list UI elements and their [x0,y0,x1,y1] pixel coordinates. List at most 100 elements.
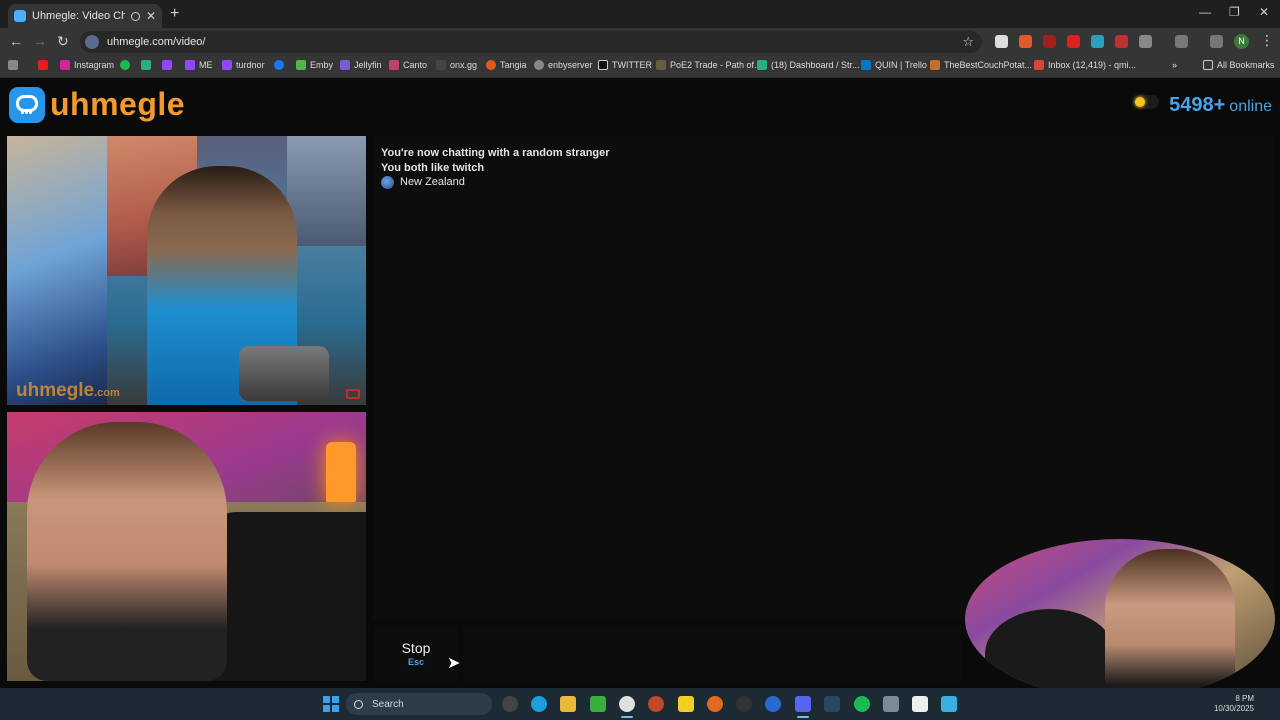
extension-fox-icon[interactable] [1019,35,1032,48]
bookmark-youtube[interactable] [38,60,52,70]
tangia-icon [486,60,496,70]
obs-icon[interactable] [736,696,752,712]
notepad-icon[interactable] [941,696,957,712]
play-app-icon[interactable] [590,696,606,712]
bookmark-poe2-trade[interactable]: PoE2 Trade - Path of... [656,60,762,70]
taskbar-clock[interactable]: 8 PM 10/30/2025 [1214,694,1254,714]
close-tab-icon[interactable]: ✕ [146,9,156,23]
twitch-icon [162,60,172,70]
bookmark-jellyfin[interactable]: Jellyfin [340,60,382,70]
back-icon[interactable]: ← [9,33,23,49]
chat-message-input[interactable] [464,625,961,681]
profile-avatar[interactable]: N [1234,34,1249,49]
browser-toolbar: ← → ↻ uhmegle.com/video/ ☆ N ⋮ [0,28,1280,56]
x-icon [598,60,608,70]
app-gray-icon[interactable] [883,696,899,712]
spotify-icon[interactable] [854,696,870,712]
extension-youtube-icon[interactable] [1067,35,1080,48]
facebook-icon [274,60,284,70]
discord-icon[interactable] [795,696,811,712]
all-bookmarks[interactable]: All Bookmarks [1203,60,1275,70]
bookmark-couchpotato[interactable]: TheBestCouchPotat... [930,60,1032,70]
report-flag-icon[interactable] [346,389,360,399]
browser-tab-bar: Uhmegle: Video Chat | Ran ✕ + — ❐ ✕ [0,0,1280,28]
site-info-icon[interactable] [85,35,99,49]
app-blue-icon[interactable] [765,696,781,712]
bookmark-green-app[interactable] [141,60,155,70]
bookmark-inbox[interactable]: Inbox (12,419) - qmi... [1034,60,1136,70]
bookmark-trello[interactable]: QUIN | Trello [861,60,927,70]
jellyfin-icon [340,60,350,70]
steam-icon[interactable] [824,696,840,712]
self-video [7,412,366,681]
bookmarks-overflow-icon[interactable]: » [1172,60,1177,70]
chrome-icon[interactable] [619,696,635,712]
bookmark-onxgg[interactable]: onx.gg [436,60,477,70]
side-panel-icon[interactable] [1175,35,1188,48]
bookmark-instagram[interactable]: Instagram [60,60,114,70]
taskbar-search[interactable]: Search [346,693,492,715]
new-tab-button[interactable]: + [170,5,179,23]
stranger-video: uhmegle.com [7,136,366,405]
extension-red-icon[interactable] [1043,35,1056,48]
bookmark-canto[interactable]: Canto [389,60,427,70]
file-explorer-icon[interactable] [560,696,576,712]
extension-7tv-icon[interactable] [1091,35,1104,48]
gmail-icon [1034,60,1044,70]
uhmegle-page: uhmegle 5498+ online uhmegle.com You're … [0,79,1280,699]
uhmegle-watermark: uhmegle.com [16,380,120,401]
extension-k-icon[interactable] [995,35,1008,48]
spotify-icon [120,60,130,70]
chat-interest-line: You both like twitch [381,161,485,174]
windows-taskbar: Search 8 PM 10/30/2025 [0,688,1280,720]
address-url: uhmegle.com/video/ [107,36,206,48]
theme-toggle[interactable] [1133,95,1160,109]
apps-grid-icon[interactable] [8,60,22,70]
sticky-notes-icon[interactable] [678,696,694,712]
bookmark-facebook[interactable] [274,60,288,70]
menu-kebab-icon[interactable]: ⋮ [1260,32,1274,49]
close-window-icon[interactable]: ✕ [1259,5,1269,19]
bookmarks-bar: Instagram ME turdnor Emby Jellyfin Canto… [0,56,1280,78]
bookmark-tangia[interactable]: Tangia [486,60,527,70]
forward-icon[interactable]: → [33,33,47,49]
location-text: New Zealand [400,176,465,188]
copilot-icon[interactable] [502,696,518,712]
uhmegle-favicon-icon [14,10,26,22]
app-red-icon[interactable] [648,696,664,712]
extensions-puzzle-icon[interactable] [1139,35,1152,48]
restore-icon[interactable]: ❐ [1229,5,1240,19]
media-control-icon[interactable] [1210,35,1223,48]
online-counter: 5498+ online [1133,94,1272,117]
browser-tab[interactable]: Uhmegle: Video Chat | Ran ✕ [8,4,162,28]
instagram-icon [60,60,70,70]
bookmark-dashboard[interactable]: (18) Dashboard / Str... [757,60,860,70]
bookmark-star-icon[interactable]: ☆ [962,34,974,50]
bookmark-spotify[interactable] [120,60,134,70]
sun-icon [1135,97,1146,107]
capcut-icon[interactable] [912,696,928,712]
reload-icon[interactable]: ↻ [57,33,69,50]
site-logo[interactable]: uhmegle [9,86,185,123]
webcam-overlay [965,539,1275,699]
mouse-cursor-icon: ➤ [447,655,461,672]
bookmark-twitch[interactable] [162,60,176,70]
twitch-icon [185,60,195,70]
chat-status-line: You're now chatting with a random strang… [381,147,610,159]
bookmark-enbyserver[interactable]: enbyserver [534,60,593,70]
bookmark-me[interactable]: ME [185,60,213,70]
extension-ublock-icon[interactable] [1115,35,1128,48]
emby-icon [296,60,306,70]
online-label: online [1229,98,1272,115]
minimize-icon[interactable]: — [1199,5,1211,19]
edge-icon[interactable] [531,696,547,712]
bookmark-turdnor[interactable]: turdnor [222,60,265,70]
firefox-icon[interactable] [707,696,723,712]
bookmark-emby[interactable]: Emby [296,60,333,70]
logo-text: uhmegle [50,86,186,122]
tab-title: Uhmegle: Video Chat | Ran [32,10,125,22]
start-windows-icon[interactable] [323,696,339,712]
couchpotato-icon [930,60,940,70]
address-bar[interactable]: uhmegle.com/video/ ☆ [80,31,982,53]
bookmark-twitter[interactable]: TWITTER [598,60,652,70]
